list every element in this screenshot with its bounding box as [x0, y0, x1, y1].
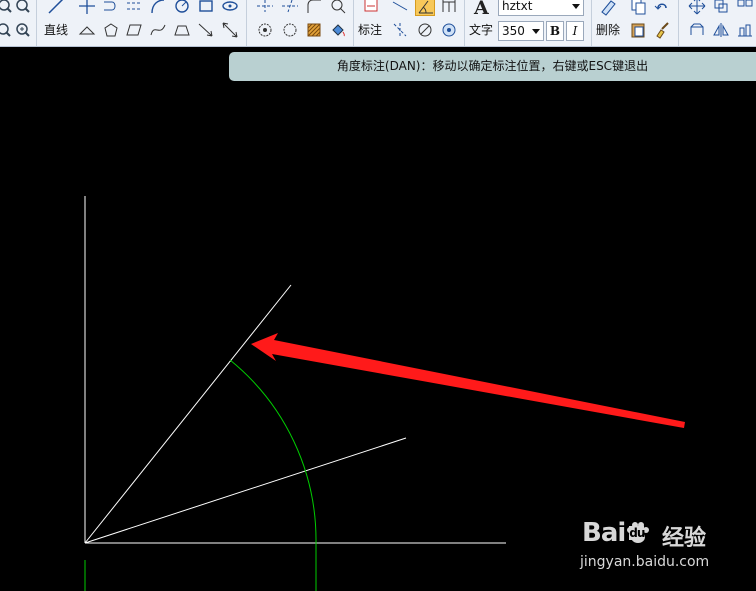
trim-icon[interactable] [255, 0, 275, 16]
offset-line-icon[interactable] [101, 0, 121, 16]
trapezoid-tool-icon[interactable] [172, 20, 192, 40]
chevron-down-icon [572, 4, 580, 9]
mirror-icon[interactable] [711, 20, 731, 40]
ellipse-tool-icon[interactable] [220, 0, 240, 16]
move-icon[interactable] [687, 0, 707, 16]
delete-label[interactable]: 删除 [596, 21, 620, 38]
watermark-jingyan: 经验 [662, 526, 707, 551]
svg-text:A: A [473, 0, 489, 16]
angle-dimension-arc [229, 359, 317, 591]
chamfer-icon[interactable] [328, 0, 348, 16]
arc-tool-icon[interactable] [148, 0, 168, 16]
font-name-select[interactable]: hztxt [498, 0, 584, 16]
text-tool-icon[interactable]: A [471, 0, 491, 16]
copy-icon[interactable] [628, 0, 648, 16]
double-line-icon[interactable] [124, 0, 144, 16]
angle-line-upper[interactable] [84, 284, 292, 544]
dimension-icon[interactable] [361, 0, 381, 16]
eraser-icon[interactable] [598, 0, 618, 16]
zoom-in-icon[interactable] [0, 0, 14, 16]
angle-dimension-icon[interactable] [415, 0, 435, 16]
triangle-tool-icon[interactable] [77, 20, 97, 40]
align-icon[interactable] [735, 20, 755, 40]
baidu-jingyan-watermark: Bai du 经验 jingyan.baidu.com [578, 508, 756, 591]
line-tool-icon[interactable] [46, 0, 66, 16]
rectangle-tool-icon[interactable] [196, 0, 216, 16]
watermark-logo-text-2: du [629, 526, 645, 540]
angle-line-lower[interactable] [84, 437, 407, 544]
diameter-dimension-icon[interactable] [415, 20, 435, 40]
dimension-label[interactable]: 标注 [358, 21, 382, 38]
arrow-line-icon[interactable] [196, 20, 216, 40]
toolbar: 直线 标注 A 文字 hztxt 350 B I 删除 [0, 0, 756, 47]
watermark-logo: Bai du [582, 518, 650, 548]
crosshair-line-icon[interactable] [77, 0, 97, 16]
copy-object-icon[interactable] [711, 0, 731, 16]
baseline-dimension-icon[interactable] [439, 0, 459, 16]
command-prompt-bar: 角度标注(DAN)：移动以确定标注位置，右键或ESC键退出 [229, 52, 756, 81]
spline-tool-icon[interactable] [148, 20, 168, 40]
circle-tool-icon[interactable] [172, 0, 192, 16]
watermark-url: jingyan.baidu.com [580, 554, 710, 570]
zoom-window-icon[interactable] [0, 20, 14, 40]
line-label[interactable]: 直线 [44, 21, 68, 38]
double-arrow-line-icon[interactable] [220, 20, 240, 40]
brush-icon[interactable] [652, 20, 672, 40]
rotate-icon[interactable] [255, 20, 275, 40]
fill-icon[interactable] [328, 20, 348, 40]
radius-dimension-icon[interactable] [390, 20, 410, 40]
aligned-dimension-icon[interactable] [390, 0, 410, 16]
fillet-icon[interactable] [304, 0, 324, 16]
undo-icon[interactable] [652, 0, 672, 16]
text-label[interactable]: 文字 [469, 21, 493, 38]
chevron-down-icon [532, 29, 540, 34]
paste-icon[interactable] [628, 20, 648, 40]
array-icon[interactable] [735, 0, 755, 16]
scale-icon[interactable] [280, 20, 300, 40]
extend-icon[interactable] [280, 0, 300, 16]
italic-button[interactable]: I [566, 21, 584, 41]
watermark-logo-text: Bai [582, 518, 626, 548]
annotation-arrow [251, 333, 685, 428]
center-mark-icon[interactable] [439, 20, 459, 40]
hatch-icon[interactable] [304, 20, 324, 40]
font-name-value: hztxt [502, 0, 533, 13]
font-size-select[interactable]: 350 [498, 21, 544, 41]
zoom-out-icon[interactable] [13, 0, 33, 16]
bold-button[interactable]: B [546, 21, 564, 41]
zoom-extents-icon[interactable] [13, 20, 33, 40]
font-size-value: 350 [502, 24, 525, 38]
stretch-icon[interactable] [687, 20, 707, 40]
parallelogram-tool-icon[interactable] [124, 20, 144, 40]
pentagon-tool-icon[interactable] [101, 20, 121, 40]
